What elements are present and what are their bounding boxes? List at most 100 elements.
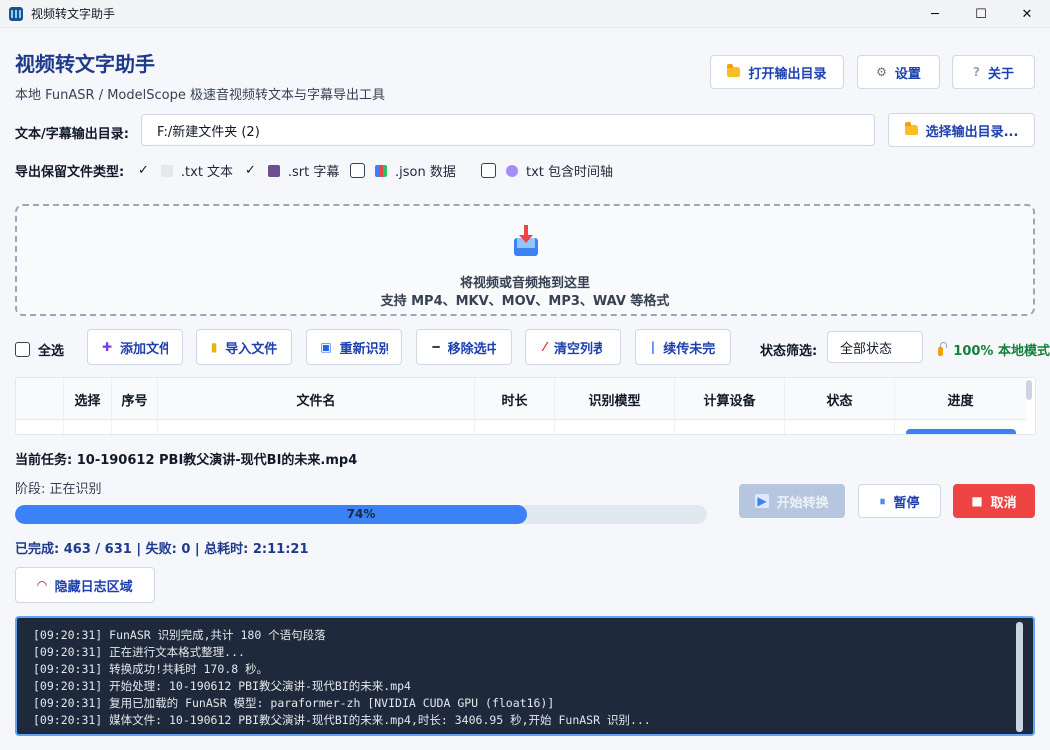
table-header: 选择 序号 文件名 时长 识别模型 计算设备 状态 进度 [16, 378, 1026, 420]
re-recognize-label: 重新识别 [339, 341, 388, 357]
import-files-button[interactable]: ▮ 导入文件 [196, 329, 292, 365]
broom-icon: ⁄ [543, 340, 546, 354]
task-stats: 已完成: 463 / 631 | 失败: 0 | 总耗时: 2:11:21 [15, 542, 309, 557]
column-header-index[interactable]: 序号 [112, 378, 158, 420]
bar-icon: | [650, 340, 656, 354]
local-mode-badge: 100% 本地模式 [938, 340, 1050, 359]
export-json-option[interactable]: .json 数据 [350, 161, 456, 180]
log-line: [09:20:31] 正在进行文本格式整理... [33, 645, 245, 659]
play-icon: ▶ [755, 494, 769, 508]
export-timeline-label: txt 包含时间轴 [526, 165, 614, 180]
main-content: 视频转文字助手 本地 FunASR / ModelScope 极速音视频转文本与… [0, 28, 1050, 750]
title-bar: 视频转文字助手 ─ ☐ ✕ [0, 0, 1050, 28]
log-line: [09:20:31] 媒体文件: 10-190612 PBI教父演讲-现代BI的… [33, 713, 651, 727]
pause-icon: ⏸ [879, 493, 886, 508]
row-progress-bar [906, 429, 1016, 434]
window-controls: ─ ☐ ✕ [912, 0, 1050, 28]
stop-icon: ■ [971, 494, 983, 508]
pause-button[interactable]: ⏸ 暂停 [858, 484, 941, 518]
timeline-checkbox[interactable] [481, 163, 496, 178]
column-header-duration[interactable]: 时长 [475, 378, 555, 420]
app-logo-icon [9, 6, 23, 21]
resume-button[interactable]: | 续传未完 [635, 329, 731, 365]
log-line: [09:20:31] 开始处理: 10-190612 PBI教父演讲-现代BI的… [33, 679, 411, 693]
clapper-icon [267, 164, 280, 177]
column-header-status[interactable]: 状态 [785, 378, 895, 420]
clear-list-button[interactable]: ⁄ 清空列表 [525, 329, 621, 365]
remove-selected-label: 移除选中 [447, 341, 496, 357]
current-task: 当前任务: 10-190612 PBI教父演讲-现代BI的未来.mp4 [15, 453, 358, 468]
resume-label: 续传未完 [663, 341, 716, 357]
export-txt-label: .txt 文本 [180, 165, 234, 180]
dropzone-hint: 将视频或音频拖到这里 [459, 276, 590, 291]
settings-button[interactable]: ⚙ 设置 [857, 55, 940, 89]
about-button[interactable]: ? 关于 [952, 55, 1035, 89]
lock-icon [938, 342, 948, 356]
export-srt-option[interactable]: ✓ .srt 字幕 [245, 161, 339, 180]
import-icon: ▮ [210, 340, 218, 354]
export-srt-label: .srt 字幕 [287, 165, 340, 180]
table-row[interactable] [16, 420, 1026, 434]
minimize-button[interactable]: ─ [912, 0, 958, 28]
cancel-label: 取消 [990, 495, 1017, 511]
overall-progress-bar: 74% [15, 505, 707, 524]
start-convert-button[interactable]: ▶ 开始转换 [739, 484, 845, 518]
settings-label: 设置 [894, 66, 921, 82]
folder-icon [727, 64, 741, 77]
column-header-filename[interactable]: 文件名 [158, 378, 475, 420]
minus-icon: ━ [432, 340, 440, 354]
add-files-button[interactable]: ✚ 添加文件 [87, 329, 183, 365]
pause-label: 暂停 [893, 495, 920, 511]
log-line: [09:20:31] 转换成功!共耗时 170.8 秒。 [33, 662, 269, 676]
choose-output-dir-label: 选择输出目录... [925, 124, 1019, 140]
checkmark-icon: ✓ [138, 163, 149, 178]
progress-percent: 74% [346, 507, 376, 521]
export-timeline-option[interactable]: txt 包含时间轴 [481, 161, 613, 180]
page-subtitle: 本地 FunASR / ModelScope 极速音视频转文本与字幕导出工具 [15, 88, 385, 103]
re-recognize-button[interactable]: ▣ 重新识别 [306, 329, 402, 365]
log-line: [09:20:31] FunASR 识别完成,共计 180 个语句段落 [33, 628, 326, 642]
log-scrollbar[interactable] [1016, 622, 1023, 732]
export-txt-option[interactable]: ✓ .txt 文本 [138, 161, 233, 180]
about-label: 关于 [987, 66, 1014, 82]
open-output-dir-button[interactable]: 打开输出目录 [710, 55, 844, 89]
log-lines: [09:20:31] FunASR 识别完成,共计 180 个语句段落 [09:2… [33, 627, 1013, 729]
maximize-button[interactable]: ☐ [958, 0, 1004, 28]
chart-icon [375, 164, 387, 177]
close-window-button[interactable]: ✕ [1004, 0, 1050, 28]
column-header [16, 378, 64, 420]
choose-output-dir-button[interactable]: 选择输出目录... [888, 113, 1035, 147]
select-all-box[interactable] [15, 342, 30, 357]
json-checkbox[interactable] [350, 163, 365, 178]
column-header-select[interactable]: 选择 [64, 378, 112, 420]
inbox-download-icon [514, 225, 538, 256]
hide-icon: ◠ [37, 578, 47, 592]
select-all-checkbox[interactable]: 全选 [15, 340, 64, 359]
column-header-device[interactable]: 计算设备 [675, 378, 785, 420]
file-dropzone[interactable]: 将视频或音频拖到这里 支持 MP4、MKV、MOV、MP3、WAV 等格式 [15, 204, 1035, 316]
log-line: [09:20:31] 复用已加载的 FunASR 模型: paraformer-… [33, 696, 555, 710]
output-dir-label: 文本/字幕输出目录: [15, 127, 129, 142]
dropzone-formats: 支持 MP4、MKV、MOV、MP3、WAV 等格式 [380, 294, 670, 309]
status-filter-select[interactable]: 全部状态 [827, 331, 923, 363]
cancel-button[interactable]: ■ 取消 [953, 484, 1035, 518]
output-dir-input[interactable]: F:/新建文件夹 (2) [141, 114, 875, 146]
open-output-dir-label: 打开输出目录 [748, 66, 827, 82]
column-header-model[interactable]: 识别模型 [555, 378, 675, 420]
select-all-label: 全选 [38, 344, 65, 359]
clear-list-label: 清空列表 [554, 341, 602, 357]
checkmark-icon: ✓ [245, 163, 256, 178]
table-scrollbar[interactable] [1026, 380, 1032, 400]
column-header-progress[interactable]: 进度 [895, 378, 1026, 420]
question-icon: ? [973, 65, 980, 79]
task-stage: 阶段: 正在识别 [15, 482, 102, 497]
log-panel[interactable]: [09:20:31] FunASR 识别完成,共计 180 个语句段落 [09:2… [15, 616, 1035, 736]
file-table: 选择 序号 文件名 时长 识别模型 计算设备 状态 进度 [15, 377, 1036, 435]
toggle-log-label: 隐藏日志区域 [54, 579, 133, 595]
remove-selected-button[interactable]: ━ 移除选中 [416, 329, 512, 365]
gear-icon: ⚙ [876, 65, 887, 79]
toggle-log-button[interactable]: ◠ 隐藏日志区域 [15, 567, 155, 603]
plus-icon: ✚ [101, 340, 113, 354]
document-icon [160, 164, 173, 177]
window-title: 视频转文字助手 [31, 7, 116, 21]
